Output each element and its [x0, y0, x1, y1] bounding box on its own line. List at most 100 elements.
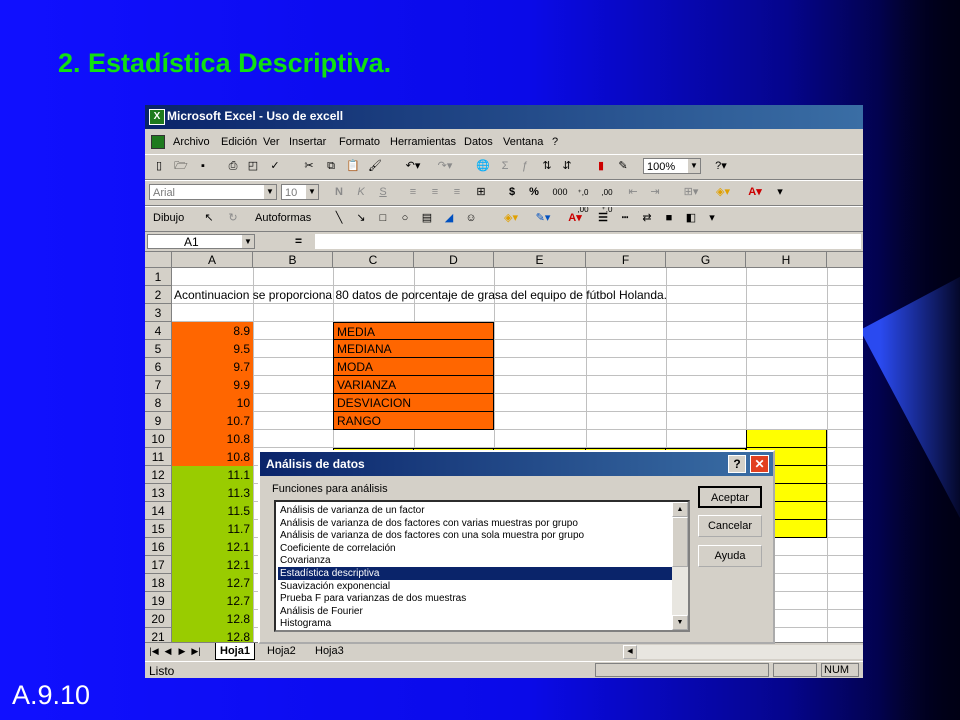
line-icon[interactable]: ╲ [331, 210, 347, 227]
scroll-left-icon[interactable]: ◀ [623, 645, 637, 659]
list-item[interactable]: Suavización exponencial [278, 580, 676, 593]
cell-a17[interactable]: 12.1 [172, 556, 253, 574]
arrow-icon[interactable]: ↘ [353, 210, 369, 227]
font-color-draw-icon[interactable]: A▾ [563, 210, 587, 227]
drawing-icon[interactable]: ✎ [615, 158, 631, 175]
row-header[interactable]: 17 [145, 556, 172, 574]
list-item[interactable]: Histograma [278, 617, 676, 630]
cell-a16[interactable]: 12.1 [172, 538, 253, 556]
functions-listbox[interactable]: Análisis de varianza de un factor Análisi… [274, 500, 690, 632]
cell-a9[interactable]: 10.7 [172, 412, 253, 430]
function-icon[interactable]: ƒ [517, 158, 533, 175]
rotate-icon[interactable]: ↻ [225, 210, 241, 227]
chevron-down-icon[interactable]: ▼ [264, 185, 276, 199]
stat-label-cell[interactable]: VARIANZA [333, 376, 494, 394]
dialog-help-icon[interactable]: ? [728, 455, 746, 473]
cell-a19[interactable]: 12.7 [172, 592, 253, 610]
list-item[interactable]: Análisis de Fourier [278, 605, 676, 618]
window-titlebar[interactable]: X Microsoft Excel - Uso de excell [145, 105, 863, 129]
cell-a14[interactable]: 11.5 [172, 502, 253, 520]
autoformas-menu[interactable]: Autoformas [255, 210, 325, 227]
list-item[interactable]: Análisis de varianza de dos factores con… [278, 517, 676, 530]
undo-icon[interactable]: ↶▾ [401, 158, 425, 175]
row-header[interactable]: 13 [145, 484, 172, 502]
chart-wizard-icon[interactable]: ▮ [593, 158, 609, 175]
clipart-icon[interactable]: ☺ [463, 210, 479, 227]
row-header[interactable]: 15 [145, 520, 172, 538]
list-item[interactable]: Covarianza [278, 554, 676, 567]
menu-formato[interactable]: Formato [339, 136, 380, 148]
paste-icon[interactable]: 📋 [345, 158, 361, 175]
row-header[interactable]: 18 [145, 574, 172, 592]
font-combo[interactable]: Arial ▼ [149, 184, 277, 200]
italic-icon[interactable]: K [353, 184, 369, 201]
chevron-down-icon[interactable]: ▼ [306, 185, 318, 199]
cell-a7[interactable]: 9.9 [172, 376, 253, 394]
currency-button[interactable]: $ [505, 184, 519, 201]
decrease-decimal-button[interactable]: ,00 ⁺,0 [597, 184, 617, 214]
cell-a6[interactable]: 9.7 [172, 358, 253, 376]
align-left-icon[interactable]: ≡ [405, 184, 421, 201]
horizontal-scrollbar[interactable]: ◀ [623, 645, 863, 659]
bold-icon[interactable]: N [331, 184, 347, 201]
list-item[interactable]: Estadística descriptiva [278, 567, 676, 580]
increase-decimal-button[interactable]: ⁺,0 ,00 [573, 184, 593, 214]
row-header[interactable]: 20 [145, 610, 172, 628]
menu-ver[interactable]: Ver [263, 136, 280, 148]
list-item[interactable]: Análisis de varianza de dos factores con… [278, 529, 676, 542]
prev-sheet-icon[interactable]: ◀ [163, 645, 173, 657]
select-objects-icon[interactable]: ↖ [201, 210, 217, 227]
row-header[interactable]: 19 [145, 592, 172, 610]
zoom-combo[interactable]: 100% ▼ [643, 158, 701, 174]
scroll-down-icon[interactable]: ▼ [672, 615, 688, 630]
menu-insertar[interactable]: Insertar [289, 136, 326, 148]
last-sheet-icon[interactable]: ▶| [191, 645, 201, 657]
cell-a11[interactable]: 10.8 [172, 448, 253, 466]
cell-a15[interactable]: 11.7 [172, 520, 253, 538]
textbox-icon[interactable]: ▤ [419, 210, 435, 227]
menu-archivo[interactable]: Archivo [173, 136, 210, 148]
copy-icon[interactable]: ⧉ [323, 158, 339, 175]
chevron-down-icon[interactable]: ▼ [242, 235, 254, 248]
fill-color-icon[interactable]: ◈▾ [711, 184, 735, 201]
help-button[interactable]: Ayuda [698, 545, 762, 567]
fill-color-draw-icon[interactable]: ◈▾ [499, 210, 523, 227]
increase-indent-icon[interactable]: ⇥ [647, 184, 663, 201]
next-sheet-icon[interactable]: ▶ [177, 645, 187, 657]
wordart-icon[interactable]: ◢ [441, 210, 457, 227]
chevron-down-icon[interactable]: ▼ [688, 159, 700, 173]
hyperlink-icon[interactable]: 🌐 [475, 158, 491, 175]
scroll-thumb[interactable] [672, 517, 688, 567]
thousands-button[interactable]: 000 [549, 184, 571, 201]
merge-center-icon[interactable]: ⊞ [473, 184, 489, 201]
row-header[interactable]: 14 [145, 502, 172, 520]
menu-help[interactable]: ? [552, 136, 558, 148]
stat-label-cell[interactable]: RANGO [333, 412, 494, 430]
column-header-c[interactable]: C [333, 252, 414, 268]
menu-herramientas[interactable]: Herramientas [390, 136, 456, 148]
print-preview-icon[interactable]: ◰ [245, 158, 261, 175]
toolbar-options-icon[interactable]: ▾ [773, 184, 787, 201]
list-item[interactable]: Análisis de varianza de un factor [278, 504, 676, 517]
menu-datos[interactable]: Datos [464, 136, 493, 148]
row-header[interactable]: 12 [145, 466, 172, 484]
listbox-scrollbar[interactable]: ▲ ▼ [672, 502, 688, 630]
row-header[interactable]: 7 [145, 376, 172, 394]
dibujo-menu[interactable]: Dibujo [153, 210, 197, 227]
dash-style-icon[interactable]: ┅ [617, 210, 633, 227]
name-box[interactable]: A1 ▼ [147, 234, 255, 249]
tab-hoja2[interactable]: Hoja2 [263, 643, 300, 659]
row-header[interactable]: 11 [145, 448, 172, 466]
tab-hoja1[interactable]: Hoja1 [215, 643, 255, 660]
open-icon[interactable]: 🗁 [173, 158, 189, 175]
column-header-d[interactable]: D [414, 252, 494, 268]
cell-a2[interactable]: Acontinuacion se proporciona 80 datos de… [172, 286, 822, 304]
list-item[interactable]: Prueba F para varianzas de dos muestras [278, 592, 676, 605]
redo-icon[interactable]: ↷▾ [433, 158, 457, 175]
underline-icon[interactable]: S [375, 184, 391, 201]
stat-label-cell[interactable]: DESVIACION [333, 394, 494, 412]
percent-button[interactable]: % [527, 184, 541, 201]
sort-descending-icon[interactable]: ⇵ [559, 158, 575, 175]
format-painter-icon[interactable]: 🖌 [367, 158, 383, 175]
row-header[interactable]: 3 [145, 304, 172, 322]
